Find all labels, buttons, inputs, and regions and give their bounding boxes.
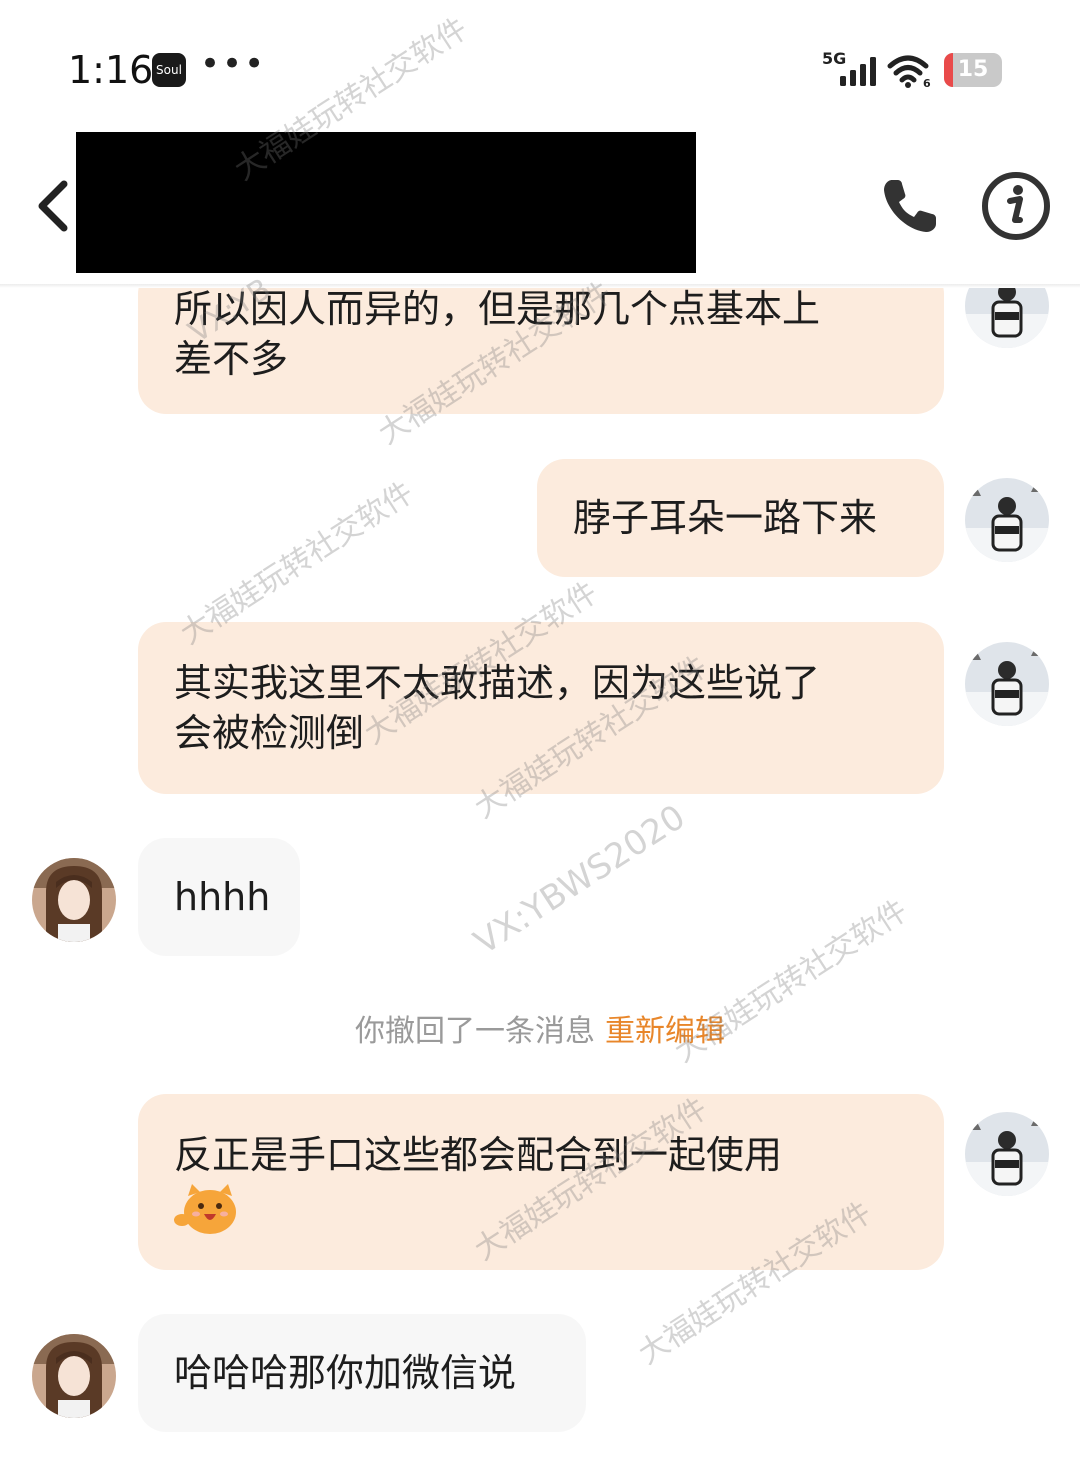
more-notifications-icon: ••• xyxy=(200,44,267,84)
my-avatar[interactable] xyxy=(965,642,1049,726)
phone-icon[interactable] xyxy=(878,174,942,238)
message-bubble-outgoing[interactable]: 脖子耳朵一路下来 xyxy=(537,459,944,577)
cellular-signal-icon xyxy=(840,57,876,86)
message-text-line: hhhh xyxy=(174,875,271,919)
recall-notice: 你撤回了一条消息 重新编辑 xyxy=(0,1006,1080,1050)
cheeky-face-emoji xyxy=(174,1184,236,1234)
message-bubble-outgoing[interactable]: 其实我这里不太敢描述，因为这些说了 会被检测倒 xyxy=(138,622,944,794)
wifi-icon: 6 xyxy=(887,55,931,88)
redacted-contact-name xyxy=(76,132,696,273)
battery-indicator: 15 xyxy=(944,53,1002,87)
info-circle-icon[interactable] xyxy=(980,170,1052,242)
message-text-line: 所以因人而异的，但是那几个点基本上 xyxy=(174,288,821,331)
message-bubble-incoming[interactable]: 哈哈哈那你加微信说 xyxy=(138,1314,586,1432)
back-button[interactable] xyxy=(30,176,78,236)
message-list[interactable]: 所以因人而异的，但是那几个点基本上 差不多 脖子耳朵一路下来 其实我这里不太敢描… xyxy=(0,288,1080,1458)
message-text-line: 差不多 xyxy=(174,337,289,381)
message-text-line: 哈哈哈那你加微信说 xyxy=(174,1351,517,1395)
svg-text:6: 6 xyxy=(923,77,931,88)
contact-avatar[interactable] xyxy=(32,1334,116,1418)
message-text-line: 会被检测倒 xyxy=(174,711,365,755)
status-time: 1:16 xyxy=(68,48,154,92)
re-edit-link[interactable]: 重新编辑 xyxy=(605,1014,725,1049)
recall-notice-text: 你撤回了一条消息 xyxy=(355,1014,595,1049)
my-avatar[interactable] xyxy=(965,478,1049,562)
battery-level-text: 15 xyxy=(957,57,989,82)
message-text-line: 反正是手口这些都会配合到一起使用 xyxy=(174,1133,783,1177)
my-avatar[interactable] xyxy=(965,1112,1049,1196)
contact-avatar[interactable] xyxy=(32,858,116,942)
message-bubble-outgoing[interactable]: 所以因人而异的，但是那几个点基本上 差不多 xyxy=(138,288,944,414)
message-text-line: 脖子耳朵一路下来 xyxy=(573,496,878,540)
soul-app-icon: Soul xyxy=(152,53,186,87)
message-bubble-outgoing[interactable]: 反正是手口这些都会配合到一起使用 xyxy=(138,1094,944,1270)
message-bubble-incoming[interactable]: hhhh xyxy=(138,838,300,956)
message-text-line: 其实我这里不太敢描述，因为这些说了 xyxy=(174,661,821,705)
chat-screen: 1:16 Soul ••• 5G 6 15 所以因人而异的，但是那几个点基本上 xyxy=(0,0,1080,1458)
my-avatar[interactable] xyxy=(965,288,1049,348)
